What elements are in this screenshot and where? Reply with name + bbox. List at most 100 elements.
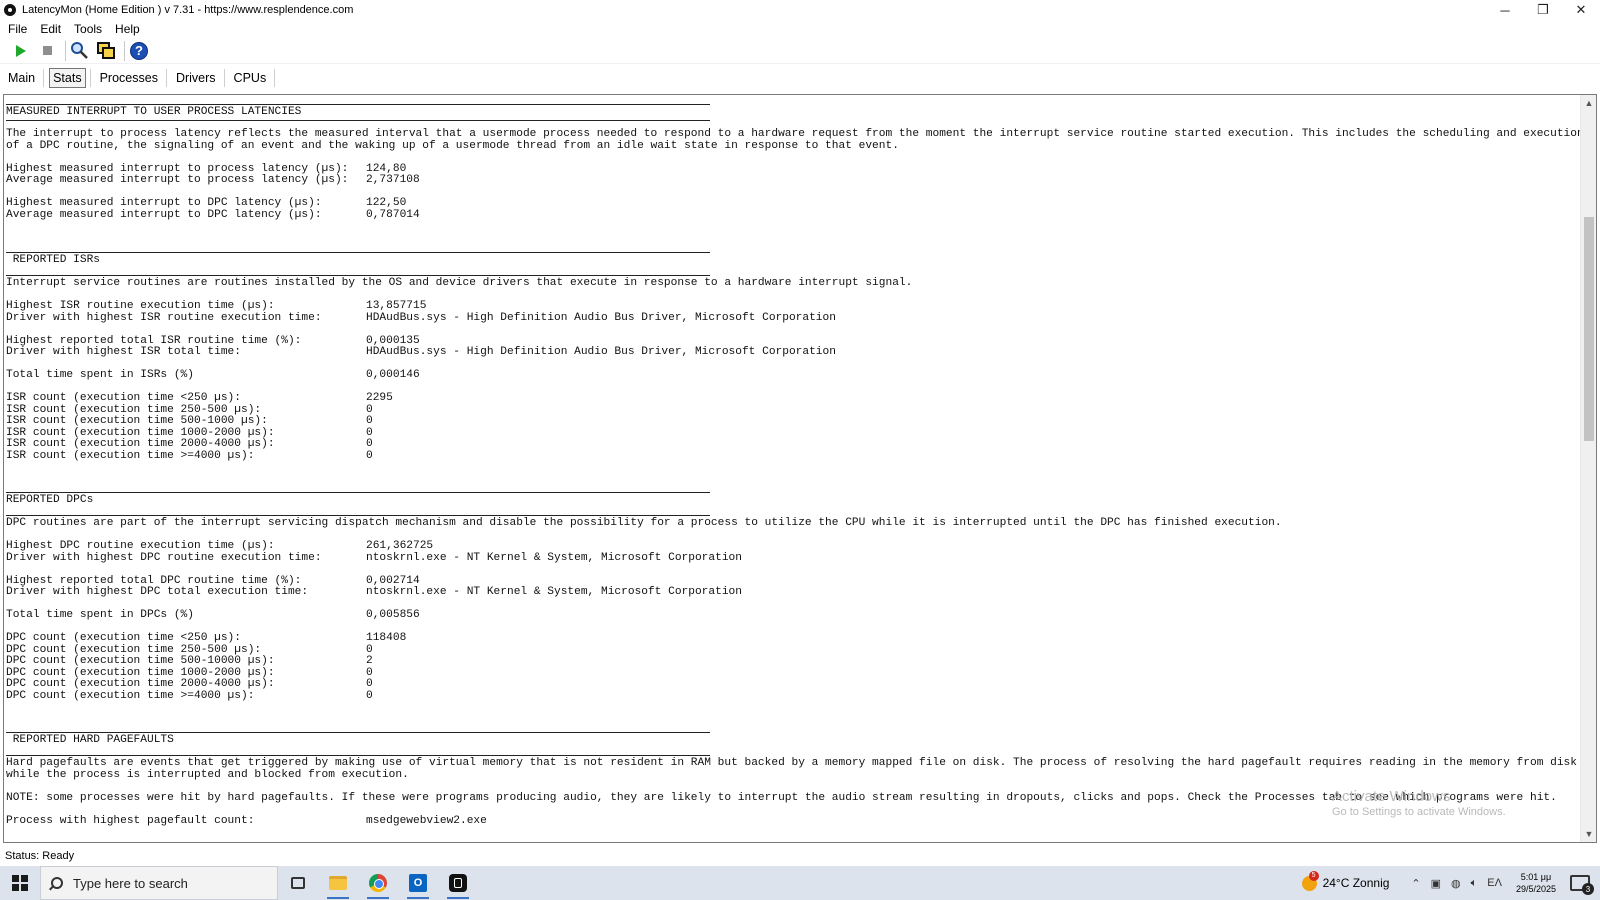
stats-report-panel[interactable]: MEASURED INTERRUPT TO USER PROCESS LATEN…	[3, 94, 1597, 843]
tab-cpus[interactable]: CPUs	[230, 68, 271, 88]
start-button[interactable]	[0, 866, 40, 900]
section-heading: REPORTED HARD PAGEFAULTS	[6, 734, 174, 746]
chrome-taskbar-button[interactable]	[358, 866, 398, 900]
notifications-button[interactable]: 3	[1570, 875, 1594, 895]
stat-value: 122,50	[366, 197, 407, 209]
section-note: NOTE: some processes were hit by hard pa…	[6, 791, 1557, 804]
stat-label: DPC count (execution time 500-10000 µs):	[6, 655, 275, 667]
status-bar: Status: Ready	[0, 846, 1600, 866]
stop-monitor-button[interactable]	[36, 40, 58, 62]
help-button[interactable]: ?	[128, 40, 150, 62]
file-explorer-taskbar-button[interactable]	[318, 866, 358, 900]
stat-row: DPC count (execution time 2000-4000 µs):…	[6, 678, 373, 691]
stat-value: 0,787014	[366, 208, 420, 221]
stat-label: Total time spent in ISRs (%)	[6, 369, 194, 381]
menu-help[interactable]: Help	[113, 22, 142, 36]
stat-value: ntoskrnl.exe - NT Kernel & System, Micro…	[366, 586, 742, 598]
stat-value: 0,000146	[366, 369, 420, 381]
restore-button[interactable]: ❐	[1524, 0, 1562, 20]
menu-file[interactable]: File	[6, 22, 29, 36]
cascade-windows-icon	[97, 41, 115, 59]
section-description: Interrupt service routines are routines …	[6, 277, 913, 289]
task-view-button[interactable]	[278, 866, 318, 900]
volume-icon[interactable]: 🔈︎	[1471, 877, 1478, 890]
minimize-button[interactable]: ─	[1486, 0, 1524, 20]
watermark-title: Activate Windows	[1332, 788, 1451, 805]
stat-row: Highest ISR routine execution time (µs):…	[6, 300, 427, 313]
stat-label: Driver with highest DPC total execution …	[6, 586, 309, 598]
section-rule	[6, 275, 710, 276]
close-button[interactable]: ✕	[1562, 0, 1600, 20]
language-indicator[interactable]: EΛ	[1487, 877, 1502, 889]
vertical-scrollbar[interactable]: ▲ ▼	[1580, 95, 1596, 842]
section-description: of a DPC routine, the signaling of an ev…	[6, 139, 899, 152]
weather-text: 24°C Zonnig	[1322, 876, 1390, 890]
stat-label: Driver with highest ISR total time:	[6, 346, 241, 358]
stat-label: ISR count (execution time <250 µs):	[6, 392, 241, 404]
scroll-down-icon[interactable]: ▼	[1581, 826, 1596, 842]
tab-main[interactable]: Main	[4, 68, 39, 88]
stat-value: 124,80	[366, 162, 407, 175]
stat-value: 0	[366, 426, 373, 439]
notification-count: 3	[1582, 883, 1594, 895]
tab-processes[interactable]: Processes	[96, 68, 162, 88]
menu-edit[interactable]: Edit	[38, 22, 63, 36]
stat-row: Driver with highest ISR routine executio…	[6, 311, 836, 325]
scroll-up-icon[interactable]: ▲	[1581, 95, 1596, 111]
start-monitor-button[interactable]	[10, 40, 32, 62]
stat-label: Highest ISR routine execution time (µs):	[6, 300, 275, 312]
play-icon	[16, 44, 26, 57]
analyze-button[interactable]	[69, 40, 91, 62]
tab-separator	[274, 69, 276, 87]
stat-label: ISR count (execution time 500-1000 µs):	[6, 415, 268, 427]
section-heading: REPORTED ISRs	[6, 254, 100, 266]
windows-logo-icon	[12, 875, 28, 891]
outlook-icon: O	[409, 874, 427, 892]
stat-label: ISR count (execution time >=4000 µs):	[6, 449, 255, 462]
taskbar-search[interactable]: Type here to search	[40, 866, 278, 900]
menu-tools[interactable]: Tools	[72, 22, 104, 36]
stat-row: Process with highest pagefault count: mse…	[6, 814, 487, 828]
section-rule	[6, 104, 710, 105]
stat-value: ntoskrnl.exe - NT Kernel & System, Micro…	[366, 551, 742, 564]
stat-value: 0	[366, 449, 373, 462]
toolbar: ?	[0, 38, 1600, 64]
tab-strip: Main Stats Processes Drivers CPUs	[0, 66, 1600, 90]
meet-now-icon[interactable]: ▣	[1431, 877, 1441, 890]
stat-row: ISR count (execution time 2000-4000 µs):…	[6, 438, 373, 451]
toolbar-separator	[124, 40, 125, 61]
latencymon-taskbar-button[interactable]	[438, 866, 478, 900]
stat-value: 13,857715	[366, 300, 427, 312]
clock[interactable]: 5:01 μμ 29/5/2025	[1516, 871, 1556, 895]
weather-widget[interactable]: 5 24°C Zonnig	[1301, 870, 1390, 891]
stat-value: HDAudBus.sys - High Definition Audio Bus…	[366, 346, 836, 358]
window-controls: ─ ❐ ✕	[1486, 0, 1600, 20]
activate-windows-watermark: Activate Windows Go to Settings to activ…	[1332, 788, 1506, 818]
tab-separator	[223, 69, 225, 87]
outlook-taskbar-button[interactable]: O	[398, 866, 438, 900]
windows-button[interactable]	[95, 40, 117, 62]
weather-badge: 5	[1308, 870, 1319, 881]
stat-value: msedgewebview2.exe	[366, 814, 487, 827]
stat-value: 2	[366, 655, 373, 667]
stat-row: DPC count (execution time <250 µs): 11840…	[6, 632, 406, 645]
stat-row: ISR count (execution time 500-1000 µs): 0	[6, 415, 373, 428]
chevron-up-icon[interactable]: ⌃	[1411, 877, 1420, 890]
stat-value: 0	[366, 678, 373, 690]
network-icon[interactable]: ◍	[1451, 877, 1461, 890]
title-bar: LatencyMon (Home Edition ) v 7.31 - http…	[0, 0, 1600, 20]
tab-drivers[interactable]: Drivers	[172, 68, 220, 88]
stat-value: 2,737108	[366, 174, 420, 186]
section-heading: REPORTED DPCs	[6, 494, 94, 506]
tab-stats[interactable]: Stats	[49, 68, 86, 88]
stat-value: 0	[366, 403, 373, 416]
latencymon-icon	[449, 874, 467, 892]
stat-label: Process with highest pagefault count:	[6, 814, 255, 827]
stat-label: Average measured interrupt to DPC latenc…	[6, 208, 322, 221]
section-description: The interrupt to process latency reflect…	[6, 128, 1584, 140]
stat-value: HDAudBus.sys - High Definition Audio Bus…	[366, 311, 836, 324]
toolbar-separator	[65, 40, 66, 61]
clock-time: 5:01 μμ	[1520, 872, 1552, 882]
scrollbar-thumb[interactable]	[1584, 217, 1594, 441]
stat-value: 0,000135	[366, 334, 420, 347]
